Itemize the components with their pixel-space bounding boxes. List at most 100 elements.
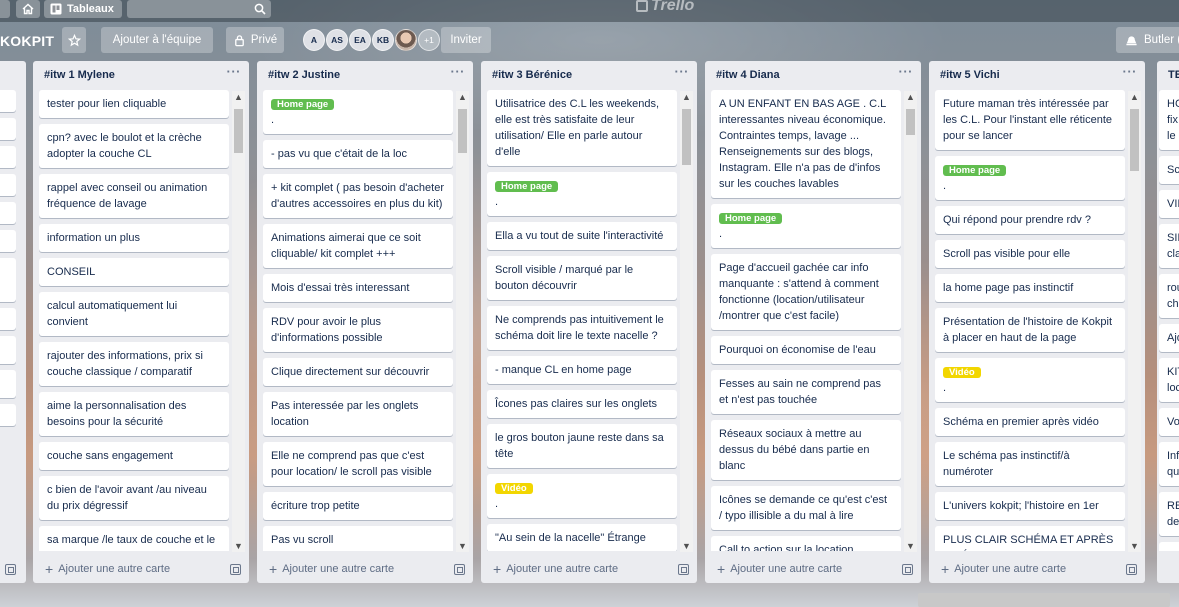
add-card-button[interactable]: + Ajouter une autre carte [269, 562, 394, 576]
card[interactable]: Animations aimerai que ce soit cliquable… [263, 224, 453, 268]
card[interactable]: VII [1159, 190, 1179, 218]
card[interactable]: Mois d'essai très interessant [263, 274, 453, 302]
scroll-up-icon[interactable]: ▲ [456, 91, 469, 103]
card[interactable]: Scroll visible / marqué par le bouton dé… [487, 256, 677, 300]
card[interactable]: c bien de l'avoir avant /au niveau du pr… [39, 476, 229, 520]
list-menu-icon[interactable]: ··· [899, 64, 914, 79]
list-title[interactable]: #itw 3 Bérénice [492, 69, 572, 81]
add-card-button[interactable]: + Ajouter une autre carte [45, 562, 170, 576]
card[interactable]: cpn? avec le boulot et la crèche adopter… [39, 124, 229, 168]
member-avatar[interactable]: A [303, 29, 325, 51]
list-scrollbar[interactable]: ▲ ▼ [680, 91, 693, 552]
card[interactable]: Vidéo. [487, 474, 677, 518]
card[interactable]: ils [0, 336, 16, 364]
scroll-up-icon[interactable]: ▲ [1128, 91, 1141, 103]
card[interactable]: la home page pas instinctif [935, 274, 1125, 302]
star-board-button[interactable] [62, 27, 86, 53]
apps-button[interactable] [0, 0, 10, 18]
add-to-team-button[interactable]: Ajouter à l'équipe [101, 27, 213, 53]
card[interactable]: Future maman très intéressée par les C.L… [935, 90, 1125, 150]
card[interactable] [0, 230, 16, 252]
scrollbar-thumb[interactable] [458, 109, 467, 153]
list-title[interactable]: #itw 5 Vichi [940, 69, 1000, 81]
search-input[interactable] [127, 0, 271, 18]
card[interactable]: L'univers kokpit; l'histoire en 1er [935, 492, 1125, 520]
scroll-up-icon[interactable]: ▲ [904, 91, 917, 103]
card[interactable]: Icônes se demande ce qu'est c'est / typo… [711, 486, 901, 530]
card[interactable]: Ella a vu tout de suite l'interactivité [487, 222, 677, 250]
list-menu-icon[interactable]: ··· [227, 64, 242, 79]
card[interactable] [0, 174, 16, 196]
card[interactable]: rajouter des informations, prix si couch… [39, 342, 229, 386]
scroll-down-icon[interactable]: ▼ [680, 540, 693, 552]
card[interactable]: information un plus [39, 224, 229, 252]
card[interactable]: + kit complet ( pas besoin d'acheter d'a… [263, 174, 453, 218]
member-avatar[interactable]: KB [372, 29, 394, 51]
add-card-button[interactable]: + Ajouter une autre carte [717, 562, 842, 576]
card[interactable]: Vidéo. [935, 358, 1125, 402]
card[interactable]: rappel avec conseil ou animation fréquen… [39, 174, 229, 218]
card[interactable] [0, 202, 16, 224]
scroll-up-icon[interactable]: ▲ [680, 91, 693, 103]
card[interactable]: A UN ENFANT EN BAS AGE . C.L interessant… [711, 90, 901, 198]
card[interactable]: Sc [1159, 156, 1179, 184]
card[interactable]: Elle ne comprend pas que c'est pour loca… [263, 442, 453, 486]
butler-button[interactable]: Butler ( [1116, 27, 1179, 53]
card[interactable]: aime la personnalisation des besoins pou… [39, 392, 229, 436]
card[interactable]: Home page. [263, 90, 453, 134]
card[interactable]: écriture trop petite [263, 492, 453, 520]
scroll-down-icon[interactable]: ▼ [904, 540, 917, 552]
card[interactable]: sa marque /le taux de couche et le litre… [39, 526, 229, 551]
card[interactable]: tester pour lien cliquable [39, 90, 229, 118]
card-template-icon[interactable] [454, 564, 465, 575]
card-template-icon[interactable] [5, 564, 16, 575]
scroll-down-icon[interactable]: ▼ [456, 540, 469, 552]
card[interactable]: Pas interessée par les onglets location [263, 392, 453, 436]
card[interactable]: Ne comprends pas intuitivement le schéma… [487, 306, 677, 350]
card[interactable]: Présentation de l'histoire de Kokpit à p… [935, 308, 1125, 352]
member-avatar[interactable]: AS [326, 29, 348, 51]
card[interactable]: Le schéma pas instinctif/à numéroter [935, 442, 1125, 486]
scrollbar-thumb[interactable] [1130, 109, 1139, 171]
list-menu-icon[interactable]: ··· [675, 64, 690, 79]
more-members-badge[interactable]: +1 [418, 29, 440, 51]
scroll-down-icon[interactable]: ▼ [1128, 540, 1141, 552]
scrollbar-thumb[interactable] [906, 109, 915, 135]
card[interactable]: Qui répond pour prendre rdv ? [935, 206, 1125, 234]
card[interactable]: Clique directement sur découvrir [263, 358, 453, 386]
card[interactable] [0, 118, 16, 140]
boards-button[interactable]: Tableaux [44, 0, 122, 18]
card-template-icon[interactable] [230, 564, 241, 575]
card[interactable]: Home page. [711, 204, 901, 248]
card[interactable]: Îcones pas claires sur les onglets [487, 390, 677, 418]
list-title[interactable]: #itw 2 Justine [268, 69, 340, 81]
list-scrollbar[interactable]: ▲ ▼ [456, 91, 469, 552]
member-avatar-photo[interactable] [395, 29, 417, 51]
list-scrollbar[interactable]: ▲ ▼ [904, 91, 917, 552]
card[interactable]: Inf qu [1159, 442, 1179, 486]
card[interactable]: le gros bouton jaune reste dans sa tête [487, 424, 677, 468]
board-title[interactable]: KOKPIT [0, 33, 54, 49]
invite-button[interactable]: Inviter [441, 27, 491, 53]
card[interactable]: KIT loc [1159, 358, 1179, 402]
card[interactable] [0, 404, 16, 426]
card[interactable]: Schéma en premier après vidéo [935, 408, 1125, 436]
card[interactable]: PLUS CLAIR SCHÉMA ET APRÈS VIDÉO [935, 526, 1125, 551]
card[interactable]: Vo [1159, 408, 1179, 436]
card[interactable]: Page d'accueil gachée car info manquante… [711, 254, 901, 330]
scrollbar-thumb[interactable] [682, 109, 691, 165]
card[interactable]: SII cla [1159, 224, 1179, 268]
card[interactable]: calcul automatiquement lui convient [39, 292, 229, 336]
card[interactable]: rou ch [1159, 274, 1179, 318]
list-menu-icon[interactable]: ··· [1123, 64, 1138, 79]
add-card-button[interactable]: + Ajouter une autre carte [941, 562, 1066, 576]
card[interactable]: Pas vu scroll [263, 526, 453, 551]
card[interactable]: CONSEIL [39, 258, 229, 286]
card[interactable] [0, 146, 16, 168]
list-title[interactable]: #itw 1 Mylene [44, 69, 115, 81]
list-menu-icon[interactable]: ··· [451, 64, 466, 79]
card[interactable]: cro [1159, 542, 1179, 551]
home-button[interactable] [16, 0, 40, 18]
card[interactable]: "Au sein de la nacelle" Étrange [487, 524, 677, 551]
visibility-button[interactable]: Privé [226, 27, 284, 53]
